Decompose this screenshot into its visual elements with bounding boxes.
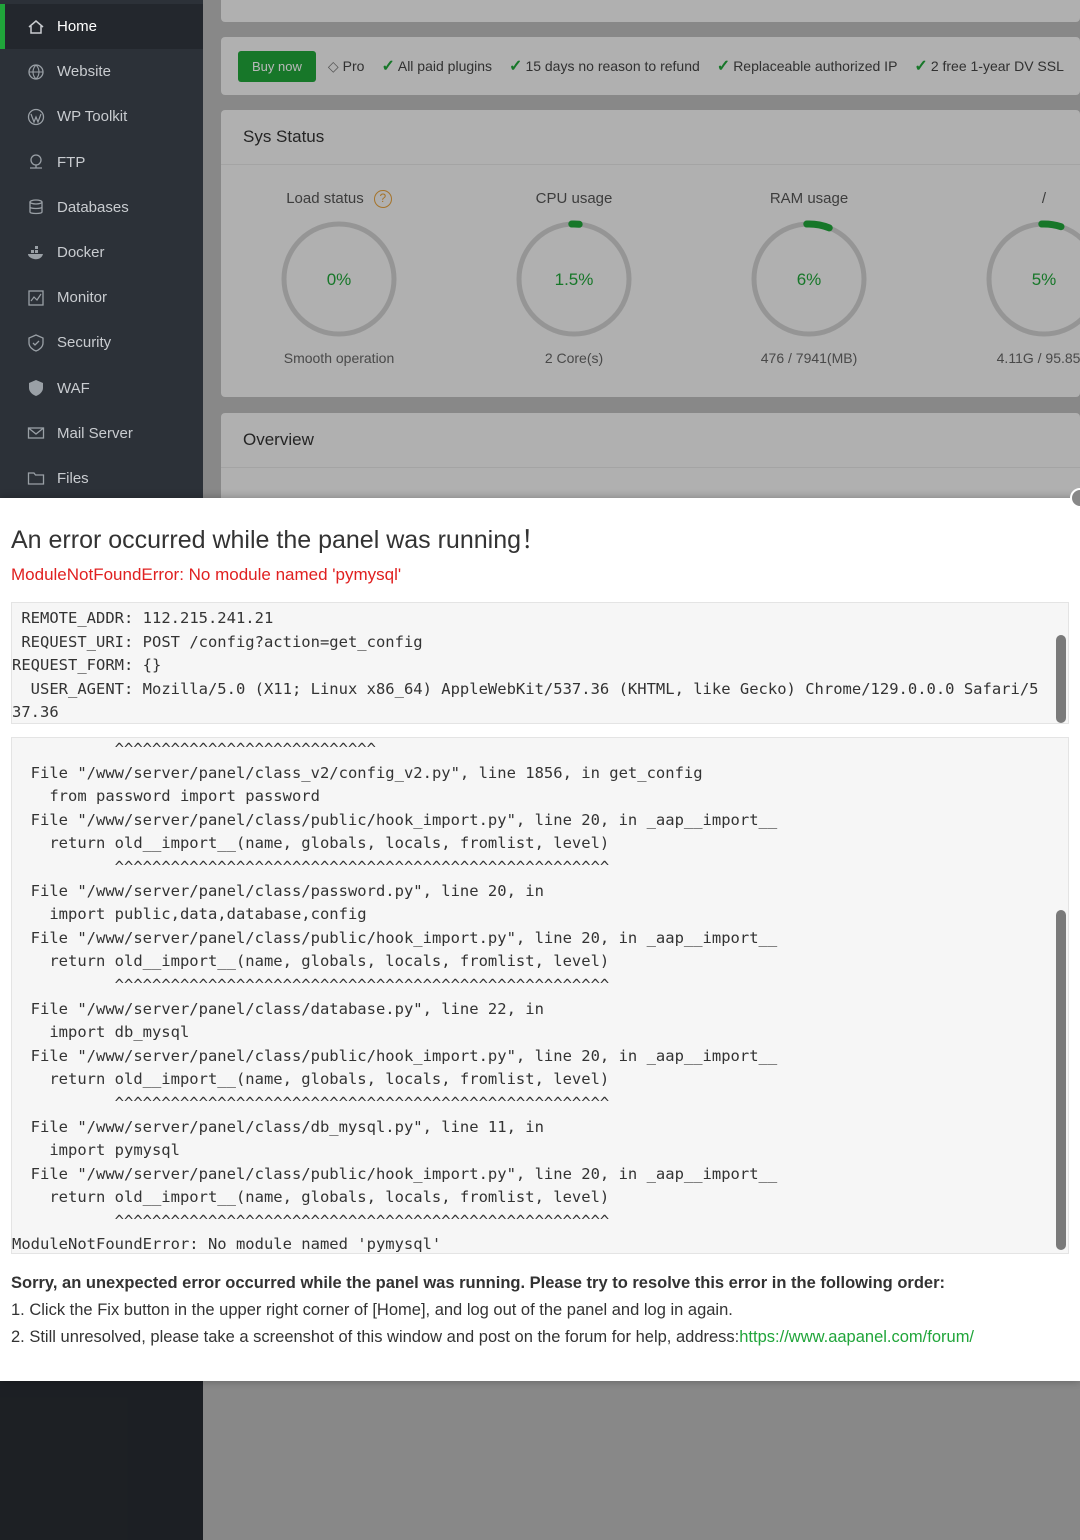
top-card xyxy=(221,0,1080,22)
sidebar-item-website[interactable]: Website xyxy=(0,49,203,94)
feature-label: 15 days no reason to refund xyxy=(525,58,700,74)
sidebar-item-waf[interactable]: WAF xyxy=(0,366,203,411)
waf-shield-icon xyxy=(27,379,45,397)
sidebar-item-mail-server[interactable]: Mail Server xyxy=(0,411,203,456)
sidebar-item-label: Monitor xyxy=(57,289,108,307)
folder-icon xyxy=(27,469,45,487)
wordpress-icon xyxy=(27,108,45,126)
gauge-cpu[interactable]: CPU usage 1.5% 2 Core(s) xyxy=(456,190,692,366)
gauge-disk[interactable]: / 5% 4.11G / 95.85G xyxy=(926,190,1080,366)
feature-item: ✓ 15 days no reason to refund xyxy=(509,56,700,76)
sidebar-item-ftp[interactable]: FTP xyxy=(0,140,203,185)
traceback-box[interactable]: ^^^^^^^^^^^^^^^^^^^^^^^^^^^^ File "/www/… xyxy=(11,737,1069,1254)
sys-status-title: Sys Status xyxy=(221,110,1080,165)
pro-label: Pro xyxy=(342,58,365,74)
sidebar-item-security[interactable]: Security xyxy=(0,320,203,365)
buy-now-button[interactable]: Buy now xyxy=(238,50,316,82)
gauge-label: / xyxy=(1041,190,1047,207)
feature-label: Replaceable authorized IP xyxy=(733,58,898,74)
sidebar-item-label: Databases xyxy=(57,198,129,216)
traceback-text: ^^^^^^^^^^^^^^^^^^^^^^^^^^^^ File "/www/… xyxy=(12,740,778,1254)
ftp-icon xyxy=(27,153,45,171)
sidebar-item-databases[interactable]: Databases xyxy=(0,185,203,230)
shield-icon xyxy=(27,334,45,352)
database-icon xyxy=(27,198,45,216)
check-icon: ✓ xyxy=(509,58,523,75)
check-icon: ✓ xyxy=(914,58,928,75)
feature-label: 2 free 1-year DV SSL xyxy=(930,58,1064,74)
sidebar-item-label: FTP xyxy=(57,153,86,171)
sidebar-item-monitor[interactable]: Monitor xyxy=(0,275,203,320)
error-modal: An error occurred while the panel was ru… xyxy=(0,488,1080,1381)
close-icon[interactable] xyxy=(1070,488,1080,508)
sidebar-item-label: WP Toolkit xyxy=(57,108,128,126)
gauge-label: RAM usage xyxy=(769,190,849,207)
scrollbar[interactable] xyxy=(1056,910,1066,1250)
gauge-sub: 476 / 7941(MB) xyxy=(760,350,858,366)
monitor-icon xyxy=(27,289,45,307)
forum-link[interactable]: https://www.aapanel.com/forum/ xyxy=(739,1328,974,1346)
sidebar-item-files[interactable]: Files xyxy=(0,456,203,501)
sidebar-item-label: Website xyxy=(57,63,111,81)
feature-label: All paid plugins xyxy=(397,58,493,74)
gauge-sub: 4.11G / 95.85G xyxy=(996,350,1080,366)
gauge-ram[interactable]: RAM usage 6% 476 / 7941(MB) xyxy=(691,190,927,366)
help-heading: Sorry, an unexpected error occurred whil… xyxy=(11,1274,945,1292)
check-icon: ✓ xyxy=(381,58,395,75)
sidebar-item-label: Files xyxy=(57,469,89,487)
gauge-ring: 5% xyxy=(986,220,1080,337)
scrollbar[interactable] xyxy=(1056,635,1066,723)
help-step-1: 1. Click the Fix button in the upper rig… xyxy=(11,1301,733,1319)
home-icon xyxy=(27,18,45,36)
gauge-sub: Smooth operation xyxy=(283,350,395,366)
gauge-sub: 2 Core(s) xyxy=(544,350,604,366)
gauge-label: CPU usage xyxy=(535,190,613,207)
feature-item: ✓ All paid plugins xyxy=(381,56,492,76)
overview-title: Overview xyxy=(221,413,1080,468)
gauge-label: Load status? xyxy=(221,190,457,212)
gauge-label-text: Load status xyxy=(286,190,364,207)
gauge-fill xyxy=(803,220,833,232)
feature-item: ✓ Replaceable authorized IP xyxy=(717,56,898,76)
gauge-value: 6% xyxy=(797,270,822,289)
gauge-ring: 1.5% xyxy=(516,220,632,337)
gauge-fill xyxy=(1038,220,1065,231)
pro-badge: ◇ Pro xyxy=(328,58,365,75)
sidebar-item-wp-toolkit[interactable]: WP Toolkit xyxy=(0,94,203,139)
check-icon: ✓ xyxy=(716,58,731,75)
gauge-value: 1.5% xyxy=(555,270,594,289)
gauge-ring: 0% xyxy=(281,221,397,337)
sidebar-item-docker[interactable]: Docker xyxy=(0,230,203,275)
sidebar-item-label: WAF xyxy=(57,379,90,397)
modal-title: An error occurred while the panel was ru… xyxy=(11,526,546,554)
feature-item: ✓ 2 free 1-year DV SSL xyxy=(914,56,1063,76)
globe-icon xyxy=(27,63,45,81)
sys-status-card: Sys Status Load status? 0% Smooth operat… xyxy=(221,110,1080,397)
sidebar-menu: Home Website WP Toolkit FTP Databases Do… xyxy=(0,4,203,501)
sidebar-item-label: Security xyxy=(57,334,112,352)
gauge-value: 0% xyxy=(327,270,352,289)
error-message: ModuleNotFoundError: No module named 'py… xyxy=(11,565,402,584)
mail-icon xyxy=(27,424,45,442)
sidebar-item-label: Docker xyxy=(57,244,105,262)
gauge-value: 5% xyxy=(1032,270,1057,289)
pro-promo-bar: Buy now ◇ Pro ✓ All paid plugins ✓ 15 days … xyxy=(221,37,1080,95)
help-icon[interactable]: ? xyxy=(373,190,392,209)
sidebar-item-label: Home xyxy=(57,18,98,36)
sidebar-item-home[interactable]: Home xyxy=(0,4,203,50)
help-step-2-text: 2. Still unresolved, please take a scree… xyxy=(11,1328,740,1346)
sidebar-item-label: Mail Server xyxy=(57,424,133,442)
diamond-icon: ◇ xyxy=(327,57,339,74)
docker-icon xyxy=(27,244,45,262)
gauge-load[interactable]: Load status? 0% Smooth operation xyxy=(221,190,457,366)
help-step-2: 2. Still unresolved, please take a scree… xyxy=(11,1328,974,1347)
request-info-box[interactable]: REMOTE_ADDR: 112.215.241.21 REQUEST_URI:… xyxy=(11,602,1069,724)
request-info-text: REMOTE_ADDR: 112.215.241.21 REQUEST_URI:… xyxy=(12,609,1039,722)
gauge-ring: 6% xyxy=(751,220,867,337)
